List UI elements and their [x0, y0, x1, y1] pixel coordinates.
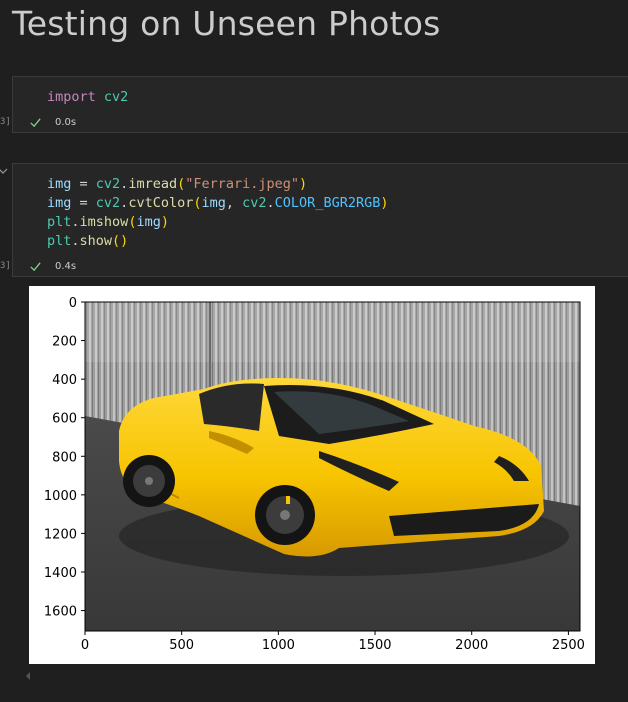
module-token: plt: [47, 233, 72, 249]
function-token: show: [79, 233, 113, 249]
execution-count: 3]: [0, 117, 11, 127]
x-tick-label: 1000: [262, 638, 295, 653]
variable-token: img: [47, 176, 72, 192]
y-tick-label: 1000: [44, 489, 77, 504]
cell-output: 0 500 1000 1500 2000 2500 0 200 400 600 800 1000 12…: [29, 286, 595, 664]
execution-time: 0.4s: [55, 260, 77, 272]
comma-token: ,: [225, 195, 243, 211]
y-tick-label: 1400: [44, 566, 77, 581]
variable-token: img: [47, 195, 72, 211]
dot-token: .: [71, 233, 80, 249]
code-editor[interactable]: import cv2: [47, 88, 128, 107]
keyword-token: import: [47, 89, 96, 105]
execution-time: 0.0s: [55, 116, 77, 128]
y-tick-label: 1600: [44, 605, 77, 620]
y-tick-label: 800: [52, 450, 77, 465]
x-tick-label: 500: [169, 638, 194, 653]
code-cell-imshow[interactable]: img = cv2. imread("Ferrari.jpeg") img = c…: [12, 163, 628, 277]
dot-token: .: [266, 195, 275, 211]
y-tick-label: 0: [69, 296, 77, 311]
variable-token: img: [201, 195, 226, 211]
code-cell-import[interactable]: import cv2 0.0s: [12, 76, 628, 133]
module-token: cv2: [103, 89, 129, 105]
x-tick-label: 1500: [358, 638, 391, 653]
cell-status: 0.4s: [29, 259, 76, 273]
scroll-left-icon[interactable]: [24, 671, 32, 681]
cell-status: 0.0s: [29, 115, 76, 129]
paren-token: ): [380, 195, 389, 211]
y-tick-label: 200: [52, 335, 77, 350]
paren-token: (): [112, 233, 129, 249]
success-check-icon: [30, 261, 41, 271]
module-token: cv2: [95, 195, 121, 211]
x-tick-label: 2500: [552, 638, 585, 653]
y-tick-label: 1200: [44, 527, 77, 542]
module-token: cv2: [242, 195, 267, 211]
string-token: "Ferrari.jpeg": [185, 176, 300, 192]
x-tick-label: 2000: [455, 638, 488, 653]
variable-token: img: [136, 214, 161, 230]
x-tick-label: 0: [81, 638, 89, 653]
page-title: Testing on Unseen Photos: [12, 4, 441, 43]
dot-token: .: [71, 214, 80, 230]
imshow-figure: 0 500 1000 1500 2000 2500 0 200 400 600 800 1000 12…: [44, 296, 585, 653]
paren-token: ): [160, 214, 169, 230]
function-token: imread: [128, 176, 178, 192]
y-tick-label: 400: [52, 373, 77, 388]
paren-token: (: [177, 176, 186, 192]
function-token: cvtColor: [128, 195, 194, 211]
code-editor[interactable]: img = cv2. imread("Ferrari.jpeg") img = c…: [47, 175, 388, 251]
operator-token: =: [71, 176, 96, 192]
constant-token: COLOR_BGR2RGB: [274, 195, 381, 211]
operator-token: =: [71, 195, 96, 211]
module-token: cv2: [95, 176, 121, 192]
y-tick-label: 600: [52, 412, 77, 427]
chevron-down-icon[interactable]: [0, 166, 8, 176]
success-check-icon: [30, 117, 41, 127]
function-token: imshow: [79, 214, 129, 230]
execution-count: 3]: [0, 261, 11, 271]
ferrari-photo: [85, 302, 580, 631]
module-token: plt: [47, 214, 72, 230]
paren-token: ): [299, 176, 308, 192]
